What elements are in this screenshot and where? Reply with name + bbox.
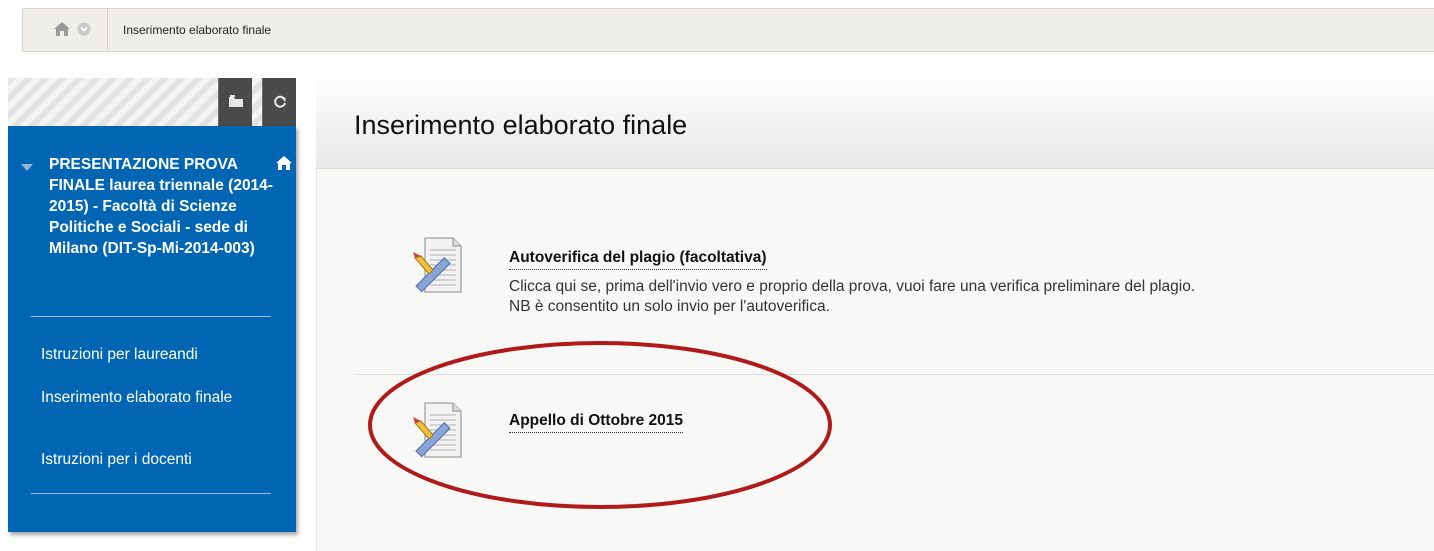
course-title[interactable]: PRESENTAZIONE PROVA FINALE laurea trienn… — [49, 154, 281, 259]
assignment-icon — [411, 401, 463, 466]
circle-chevron-icon[interactable] — [77, 22, 91, 41]
page-header: Inserimento elaborato finale — [316, 80, 1434, 169]
folder-view-button[interactable] — [218, 78, 252, 126]
item-divider — [357, 374, 1434, 375]
item-description: Clicca qui se, prima dell'invio vero e p… — [509, 277, 1409, 317]
course-menu-header — [8, 78, 296, 126]
autoverifica-link[interactable]: Autoverifica del plagio (facoltativa) — [509, 249, 767, 270]
breadcrumb-current: Inserimento elaborato finale — [123, 23, 272, 37]
menu-item-istruzioni-laureandi[interactable]: Istruzioni per laureandi — [41, 344, 261, 365]
menu-item-inserimento-elaborato[interactable]: Inserimento elaborato finale — [41, 387, 261, 408]
main-content: Inserimento elaborato finale Autoverific… — [316, 80, 1434, 551]
refresh-button[interactable] — [262, 78, 296, 126]
menu-item-istruzioni-docenti[interactable]: Istruzioni per i docenti — [41, 449, 261, 470]
menu-divider — [31, 316, 271, 317]
menu-divider — [31, 493, 271, 494]
content-list: Autoverifica del plagio (facoltativa) Cl… — [316, 169, 1434, 551]
home-icon[interactable] — [53, 21, 71, 42]
breadcrumb-bar: Inserimento elaborato finale — [22, 8, 1434, 52]
breadcrumb-home[interactable] — [23, 9, 108, 51]
folder-icon — [229, 95, 243, 107]
page-title: Inserimento elaborato finale — [354, 110, 688, 140]
description-line: NB è consentito un solo invio per l'auto… — [509, 298, 830, 315]
course-home-icon — [275, 155, 293, 176]
assignment-icon — [411, 236, 463, 301]
course-menu: PRESENTAZIONE PROVA FINALE laurea trienn… — [8, 126, 296, 532]
collapse-triangle-icon[interactable] — [21, 159, 33, 177]
appello-ottobre-2015-link[interactable]: Appello di Ottobre 2015 — [509, 412, 683, 433]
description-line: Clicca qui se, prima dell'invio vero e p… — [509, 278, 1196, 295]
refresh-icon — [274, 95, 286, 108]
